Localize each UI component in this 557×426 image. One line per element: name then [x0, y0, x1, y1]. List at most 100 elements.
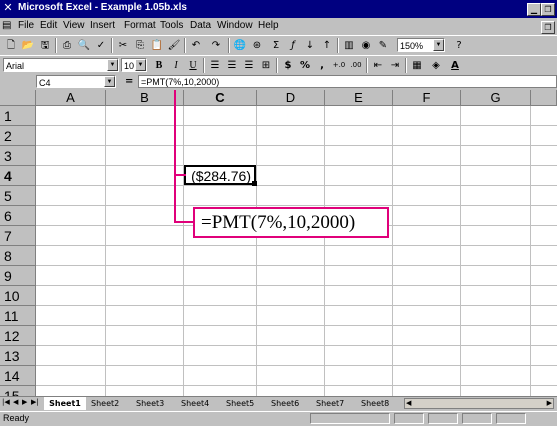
- print-icon[interactable]: ⎙: [59, 38, 75, 53]
- doc-restore-icon[interactable]: ❐: [541, 21, 555, 34]
- menu-window[interactable]: Window: [217, 20, 253, 31]
- col-header-f[interactable]: F: [393, 90, 461, 106]
- tab-sheet4[interactable]: Sheet4: [181, 397, 209, 410]
- row-header-14[interactable]: 14: [0, 366, 36, 386]
- col-header-e[interactable]: E: [325, 90, 393, 106]
- fill-color-icon[interactable]: ◈: [428, 58, 444, 73]
- comma-style-icon[interactable]: ,: [314, 58, 330, 73]
- menu-tools[interactable]: Tools: [160, 20, 183, 31]
- undo-icon[interactable]: ↶: [188, 38, 204, 53]
- underline-icon[interactable]: U: [185, 58, 201, 73]
- percent-icon[interactable]: %: [297, 58, 313, 73]
- scroll-left-icon[interactable]: ◀: [406, 399, 411, 408]
- last-sheet-icon[interactable]: ▶|: [31, 398, 39, 406]
- row-header-10[interactable]: 10: [0, 286, 36, 306]
- col-header-b[interactable]: B: [106, 90, 184, 106]
- menu-format[interactable]: Format: [124, 20, 156, 31]
- row-header-8[interactable]: 8: [0, 246, 36, 266]
- row-header-11[interactable]: 11: [0, 306, 36, 326]
- tab-sheet5[interactable]: Sheet5: [226, 397, 254, 410]
- new-icon[interactable]: 🗋: [3, 38, 19, 53]
- chevron-down-icon[interactable]: ▼: [107, 59, 118, 71]
- excel-app-icon[interactable]: ✕: [2, 2, 14, 14]
- tab-sheet1[interactable]: Sheet1: [44, 397, 86, 410]
- zoom-select[interactable]: 150% ▼: [397, 38, 445, 52]
- col-header-c[interactable]: C: [184, 90, 257, 106]
- prev-sheet-icon[interactable]: ◀: [13, 398, 18, 406]
- scroll-right-icon[interactable]: ▶: [547, 399, 552, 408]
- col-header-a[interactable]: A: [36, 90, 106, 106]
- currency-icon[interactable]: $: [280, 58, 296, 73]
- formula-equals[interactable]: =: [125, 76, 133, 87]
- autosum-icon[interactable]: Σ: [268, 38, 284, 53]
- decrease-indent-icon[interactable]: ⇤: [370, 58, 386, 73]
- chart-wizard-icon[interactable]: ▥: [341, 38, 357, 53]
- col-header-d[interactable]: D: [257, 90, 325, 106]
- menu-data[interactable]: Data: [190, 20, 211, 31]
- col-header-g[interactable]: G: [461, 90, 531, 106]
- select-all-corner[interactable]: [0, 90, 36, 106]
- tab-sheet6[interactable]: Sheet6: [271, 397, 299, 410]
- tab-sheet8[interactable]: Sheet8: [361, 397, 389, 410]
- formula-input[interactable]: =PMT(7%,10,2000): [138, 75, 557, 88]
- menu-view[interactable]: View: [63, 20, 85, 31]
- horizontal-scrollbar[interactable]: ◀ ▶: [404, 398, 554, 409]
- menu-help[interactable]: Help: [258, 20, 279, 31]
- chevron-down-icon[interactable]: ▼: [104, 76, 115, 87]
- active-cell-c4[interactable]: ($284.76): [184, 165, 257, 186]
- row-header-13[interactable]: 13: [0, 346, 36, 366]
- menu-insert[interactable]: Insert: [90, 20, 115, 31]
- row-header-15[interactable]: 15: [0, 386, 36, 396]
- align-left-icon[interactable]: ☰: [207, 58, 223, 73]
- spelling-icon[interactable]: ✓: [93, 38, 109, 53]
- italic-icon[interactable]: I: [168, 58, 184, 73]
- row-header-12[interactable]: 12: [0, 326, 36, 346]
- align-right-icon[interactable]: ☰: [241, 58, 257, 73]
- font-size-select[interactable]: 10 ▼: [121, 58, 147, 72]
- map-icon[interactable]: ◉: [358, 38, 374, 53]
- workbook-icon[interactable]: ▤: [2, 20, 11, 31]
- open-icon[interactable]: 📂: [20, 38, 36, 53]
- paste-icon[interactable]: 📋: [149, 38, 165, 53]
- row-header-5[interactable]: 5: [0, 186, 36, 206]
- redo-icon[interactable]: ↷: [208, 38, 224, 53]
- fill-handle[interactable]: [252, 181, 257, 186]
- cut-icon[interactable]: ✂: [115, 38, 131, 53]
- sort-ascending-icon[interactable]: ↓: [302, 38, 318, 53]
- align-center-icon[interactable]: ☰: [224, 58, 240, 73]
- row-header-2[interactable]: 2: [0, 126, 36, 146]
- chevron-down-icon[interactable]: ▼: [433, 39, 444, 51]
- row-header-1[interactable]: 1: [0, 106, 36, 126]
- font-select[interactable]: Arial ▼: [3, 58, 119, 72]
- restore-icon[interactable]: ❐: [541, 3, 555, 16]
- chevron-down-icon[interactable]: ▼: [135, 59, 146, 71]
- print-preview-icon[interactable]: 🔍: [76, 38, 92, 53]
- borders-icon[interactable]: ▦: [409, 58, 425, 73]
- bold-icon[interactable]: B: [151, 58, 167, 73]
- merge-center-icon[interactable]: ⊞: [258, 58, 274, 73]
- row-header-9[interactable]: 9: [0, 266, 36, 286]
- row-header-7[interactable]: 7: [0, 226, 36, 246]
- row-header-6[interactable]: 6: [0, 206, 36, 226]
- font-color-icon[interactable]: A: [447, 58, 463, 73]
- worksheet-grid[interactable]: A B C D E F G 1 2 3 4 5 6 7 8 9 10 11 12…: [0, 90, 557, 396]
- hyperlink-icon[interactable]: 🌐: [232, 38, 248, 53]
- format-painter-icon[interactable]: 🖌: [166, 38, 182, 53]
- next-sheet-icon[interactable]: ▶: [22, 398, 27, 406]
- first-sheet-icon[interactable]: |◀: [2, 398, 10, 406]
- row-header-3[interactable]: 3: [0, 146, 36, 166]
- decrease-decimal-icon[interactable]: .00: [348, 58, 364, 73]
- web-toolbar-icon[interactable]: ⊛: [249, 38, 265, 53]
- sort-descending-icon[interactable]: ↑: [319, 38, 335, 53]
- name-box[interactable]: C4 ▼: [36, 75, 116, 88]
- row-header-4[interactable]: 4: [0, 166, 36, 186]
- menu-file[interactable]: File: [18, 20, 34, 31]
- copy-icon[interactable]: ⎘: [132, 38, 148, 53]
- tab-sheet3[interactable]: Sheet3: [136, 397, 164, 410]
- drawing-icon[interactable]: ✎: [375, 38, 391, 53]
- save-icon[interactable]: 🖫: [37, 38, 53, 53]
- increase-decimal-icon[interactable]: +.0: [331, 58, 347, 73]
- paste-function-icon[interactable]: ƒ: [285, 38, 301, 53]
- tab-sheet2[interactable]: Sheet2: [91, 397, 119, 410]
- minimize-icon[interactable]: ▁: [527, 3, 541, 16]
